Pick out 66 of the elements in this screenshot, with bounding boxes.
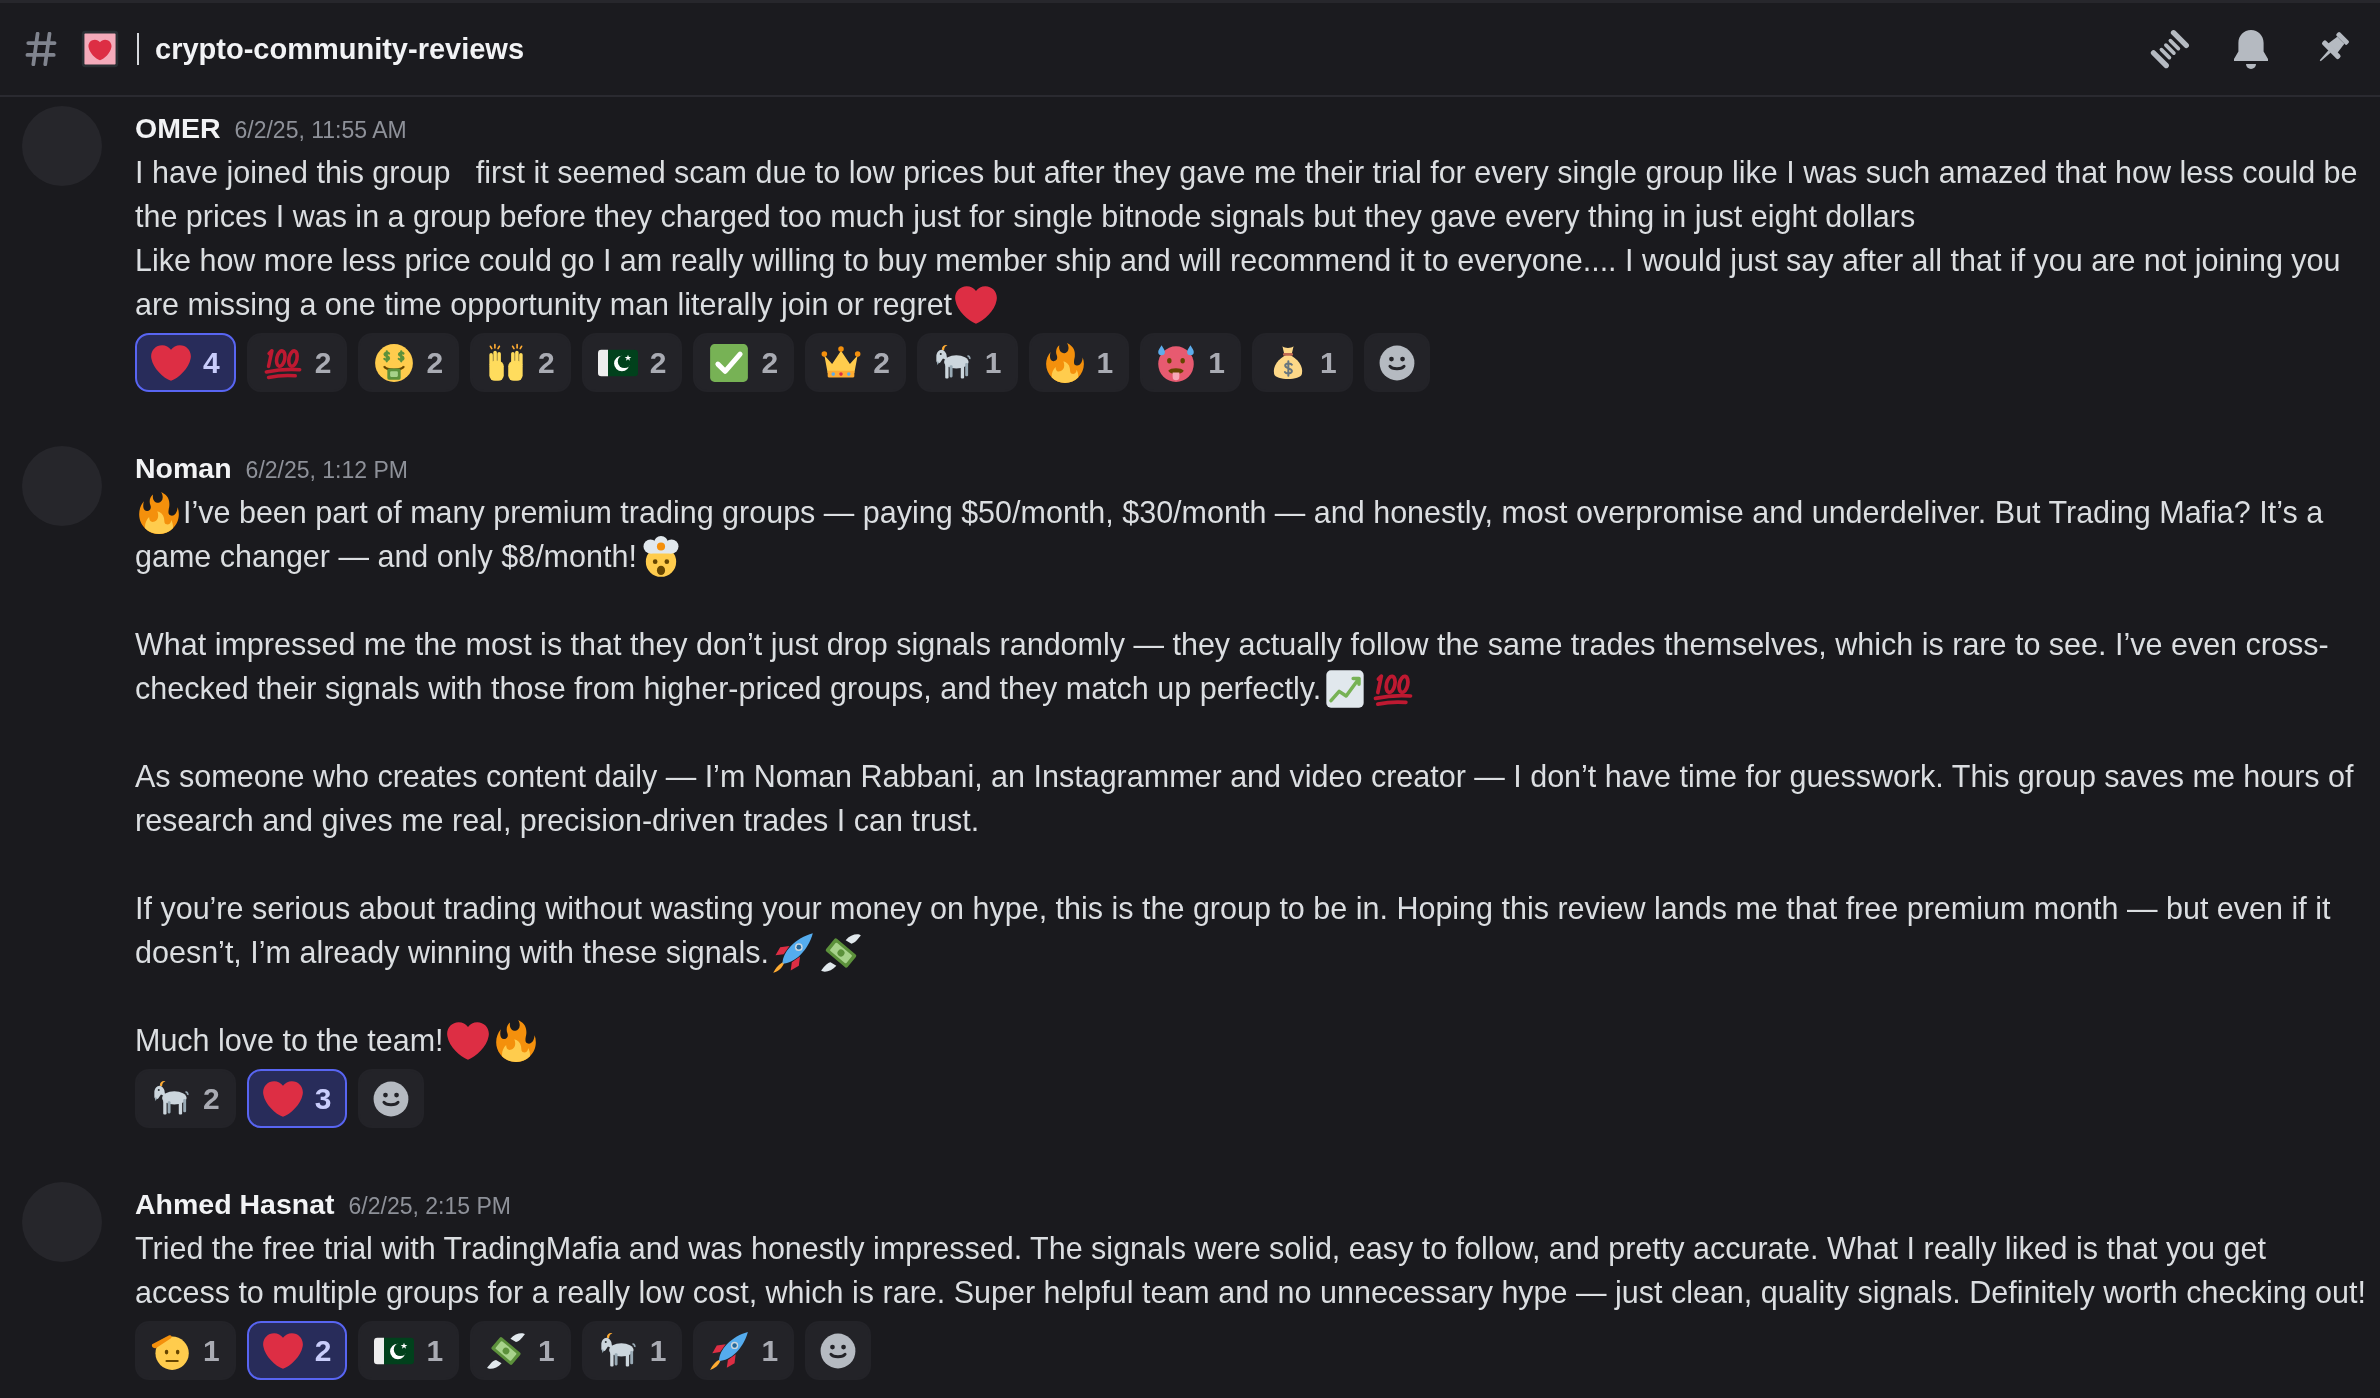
message-text: game changer — and only $8/month! bbox=[135, 539, 637, 573]
money-face-icon bbox=[374, 342, 415, 383]
smiley-icon bbox=[372, 1079, 411, 1118]
money-with-wings-icon bbox=[486, 1330, 527, 1371]
message-text: the prices I was in a group before they charged too much just for single bitnode signals but they gave every thing in just eight dollars bbox=[135, 199, 1916, 233]
heart-icon bbox=[151, 342, 191, 383]
reaction-button[interactable]: 2 bbox=[581, 333, 683, 392]
author-name[interactable]: Noman bbox=[135, 446, 232, 490]
reaction-button[interactable]: 2 bbox=[246, 333, 348, 392]
chart-icon bbox=[1324, 668, 1367, 710]
smiley-icon bbox=[819, 1331, 858, 1370]
add-reaction-button[interactable] bbox=[1363, 333, 1430, 392]
check-mark-icon bbox=[709, 342, 750, 383]
message-text: As someone who creates content daily — I’m Noman Rabbani, an Instagrammer and video creator — I don’t have time for guesswork. This group saves me hours of bbox=[135, 759, 2354, 793]
fire-icon bbox=[494, 1020, 537, 1062]
heart-icon bbox=[446, 1020, 489, 1062]
reaction-button[interactable]: 4 bbox=[135, 333, 236, 392]
add-reaction-button[interactable] bbox=[805, 1321, 872, 1380]
reaction-button[interactable]: 3 bbox=[246, 1069, 348, 1128]
reaction-button[interactable]: 2 bbox=[358, 333, 460, 392]
heart-icon bbox=[955, 284, 998, 326]
message-text: Tried the free trial with TradingMafia and was honestly impressed. The signals were solid, easy to follow, and pretty accurate. What I really liked is that you get bbox=[135, 1231, 2266, 1265]
message-text: I’ve been part of many premium trading groups — paying $50/month, $30/month — and honestly, most overpromise and underdeliver. But Trading Mafia? It’s a bbox=[183, 495, 2324, 529]
reaction-button[interactable]: 1 bbox=[1028, 333, 1130, 392]
message-text: checked their signals with those from higher-priced groups, and they match up perfectly. bbox=[135, 671, 1322, 705]
bell-icon[interactable] bbox=[2231, 29, 2271, 69]
fire-icon bbox=[1044, 342, 1085, 383]
reaction-button[interactable]: 1 bbox=[693, 1321, 795, 1380]
channel-name: crypto-community-reviews bbox=[155, 32, 525, 66]
author-name[interactable]: Ahmed Hasnat bbox=[135, 1182, 335, 1226]
message-text: access to multiple groups for a really low cost, which is rare. Super helpful team and no unnecessary hype — just clean, quality signals. Definitely worth checking out! bbox=[135, 1275, 2366, 1309]
message-text: are missing a one time opportunity man literally join or regret bbox=[135, 287, 953, 321]
timestamp: 6/2/25, 1:12 PM bbox=[245, 456, 408, 485]
message-text: research and gives me real, precision-driven trades I can trust. bbox=[135, 803, 980, 837]
message-text: Much love to the team! bbox=[135, 1023, 444, 1057]
add-reaction-button[interactable] bbox=[358, 1069, 425, 1128]
reaction-button[interactable]: 2 bbox=[135, 1069, 236, 1128]
hot-face-icon bbox=[1156, 342, 1197, 383]
hash-icon bbox=[24, 32, 58, 66]
heart-icon bbox=[262, 1078, 303, 1119]
reaction-button[interactable]: 2 bbox=[470, 333, 571, 392]
message-text: I have joined this group first it seemed scam due to low prices but after they gave me their trial for every single group like I was such amazed that how less could be bbox=[135, 155, 2358, 189]
reaction-button[interactable]: 1 bbox=[581, 1321, 683, 1380]
reaction-button[interactable]: 2 bbox=[805, 333, 906, 392]
reaction-button[interactable]: 2 bbox=[246, 1321, 348, 1380]
rocket-icon bbox=[709, 1330, 750, 1371]
money-with-wings-icon bbox=[820, 932, 863, 974]
reaction-button[interactable]: 1 bbox=[358, 1321, 460, 1380]
reaction-button[interactable]: 1 bbox=[470, 1321, 571, 1380]
heart-icon bbox=[262, 1330, 303, 1371]
timestamp: 6/2/25, 2:15 PM bbox=[348, 1192, 511, 1221]
threads-icon[interactable] bbox=[2150, 29, 2190, 69]
reaction-button[interactable]: 1 bbox=[135, 1321, 236, 1380]
message-text: If you’re serious about trading without wasting your money on hype, this is the group to be in. Hoping this review lands me that free premium month — but even if it bbox=[135, 891, 2331, 925]
reaction-button[interactable]: 1 bbox=[1140, 333, 1241, 392]
message-text: What impressed me the most is that they don’t just drop signals randomly — they actually follow the same trades themselves, which is rare to see. I’ve even cross- bbox=[135, 627, 2329, 661]
message-text: Like how more less price could go I am really willing to buy member ship and will recommend it to everyone.... I would just say after all that if you are not joining you bbox=[135, 243, 2341, 277]
smiley-icon bbox=[1377, 343, 1416, 382]
fire-icon bbox=[138, 492, 180, 534]
message-text: doesn’t, I’m already winning with these signals. bbox=[135, 935, 770, 969]
rocket-icon bbox=[772, 932, 815, 974]
author-name[interactable]: OMER bbox=[135, 106, 221, 150]
reaction-button[interactable]: 1 bbox=[916, 333, 1018, 392]
timestamp: 6/2/25, 11:55 AM bbox=[234, 116, 407, 145]
reaction-button[interactable]: 2 bbox=[693, 333, 795, 392]
reaction-button[interactable]: 1 bbox=[1251, 333, 1353, 392]
